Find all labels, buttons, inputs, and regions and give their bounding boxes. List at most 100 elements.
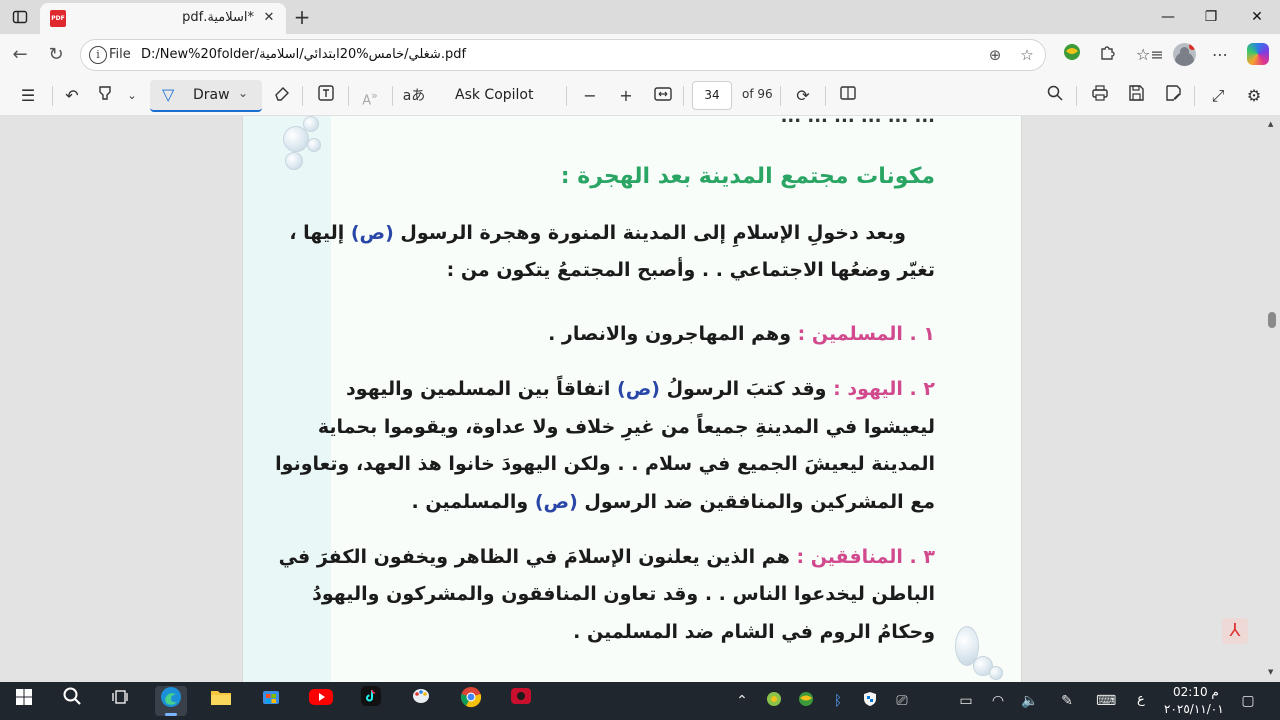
tray-overflow-icon[interactable]: ⌃ (732, 691, 752, 711)
tab-close-icon[interactable]: ✕ (260, 9, 278, 27)
save-icon[interactable] (1124, 84, 1148, 108)
tab-actions-icon[interactable] (8, 5, 32, 29)
highlight-chevron-icon[interactable]: ⌄ (120, 84, 144, 108)
back-icon[interactable]: ← (8, 43, 32, 67)
fullscreen-icon[interactable]: ⤢ (1206, 84, 1230, 108)
item-1-text: وهم المهاجرون والانصار . (548, 323, 798, 345)
new-tab-button[interactable]: + (291, 6, 313, 28)
ask-copilot-button[interactable]: Ask Copilot (455, 87, 534, 103)
item-2-line-4: مع المشركين والمنافقين ضد الرسول (ص) وال… (412, 491, 935, 513)
bluetooth-icon[interactable]: ᛒ (828, 691, 848, 711)
more-menu-icon[interactable]: ⋯ (1208, 43, 1232, 67)
acrobat-icon[interactable]: ⅄ (1222, 618, 1248, 644)
bubbles-decoration (283, 116, 333, 176)
favorite-star-icon[interactable]: ☆ (1017, 45, 1037, 65)
toolbar-divider (52, 86, 53, 106)
restore-button[interactable]: ❐ (1199, 6, 1223, 28)
edge-taskbar-icon[interactable] (155, 686, 187, 716)
tray-app-green-icon[interactable] (764, 691, 784, 711)
tray-device-icon[interactable]: ⎚ (892, 691, 912, 711)
chrome-icon[interactable] (455, 686, 487, 716)
profile-avatar[interactable] (1173, 43, 1196, 66)
pbuh-mark: (ص) (617, 378, 660, 400)
pbuh-mark: (ص) (350, 222, 394, 244)
rotate-icon[interactable]: ⟳ (791, 84, 815, 108)
clock-date[interactable]: ٢٠٢٥/١١/٠١ (1164, 702, 1224, 716)
eraser-icon[interactable] (270, 84, 294, 108)
notifications-icon[interactable]: ▢ (1238, 691, 1258, 711)
search-icon[interactable] (1043, 84, 1067, 108)
read-aloud-icon[interactable]: A» (358, 84, 382, 108)
item-2-label: ٢ . اليهود : (833, 378, 935, 400)
save-as-icon[interactable] (1161, 84, 1185, 108)
refresh-icon[interactable]: ↻ (44, 43, 68, 67)
favorites-list-icon[interactable]: ☆≡ (1136, 43, 1164, 67)
recorder-icon[interactable] (505, 686, 537, 716)
item-1-label: ١ . المسلمين : (797, 323, 935, 345)
toolbar-divider (348, 86, 349, 106)
cut-off-line: ... ... ... ... ... ... (780, 116, 935, 127)
file-explorer-icon[interactable] (205, 686, 237, 716)
wifi-icon[interactable]: ◠ (988, 691, 1008, 711)
url-text[interactable]: D:/New%20folder/شغلي/خامس%20ابتدائي/اسلا… (141, 47, 466, 62)
youtube-icon[interactable] (305, 686, 337, 716)
input-language[interactable]: ع (1137, 692, 1145, 707)
intro-line-2: تغيّر وضعُها الاجتماعي . . وأصبح المجتمع… (446, 259, 935, 281)
toolbar-divider (825, 86, 826, 106)
intro-text-b: إليها ، (289, 222, 351, 244)
scroll-thumb[interactable] (1268, 312, 1276, 328)
store-icon[interactable] (255, 686, 287, 716)
vertical-scrollbar[interactable]: ▲ ▼ (1268, 120, 1276, 676)
pdf-favicon-icon: PDF (50, 10, 66, 27)
extension-globe-icon[interactable] (1060, 43, 1084, 67)
security-shield-icon[interactable] (860, 691, 880, 711)
print-icon[interactable] (1088, 84, 1112, 108)
draw-pen-icon: ▽ (162, 85, 175, 104)
omnibox[interactable]: i File D:/New%20folder/شغلي/خامس%20ابتدا… (80, 39, 1046, 71)
zoom-in-icon[interactable]: + (614, 84, 638, 108)
add-text-icon[interactable] (314, 84, 338, 108)
pbuh-mark: (ص) (534, 491, 578, 513)
page-number-input[interactable]: 34 (692, 81, 732, 110)
intro-text-a: وبعد دخولِ الإسلامِ إلى المدينة المنورة … (393, 222, 906, 244)
document-viewport[interactable]: ... ... ... ... ... ... مكونات مجتمع الم… (0, 116, 1280, 682)
draw-button[interactable]: ▽ Draw ⌄ (150, 80, 262, 112)
touch-keyboard-icon[interactable]: ⌨ (1096, 691, 1116, 711)
translate-icon[interactable]: aあ (402, 84, 426, 108)
battery-icon[interactable]: ▭ (956, 691, 976, 711)
copilot-icon[interactable] (1247, 43, 1269, 65)
toolbar-divider (780, 86, 781, 106)
toolbar-divider (1194, 86, 1195, 106)
toolbar-divider (566, 86, 567, 106)
fit-page-icon[interactable] (651, 84, 675, 108)
minimize-button[interactable]: — (1156, 6, 1180, 28)
task-view-icon[interactable] (104, 686, 136, 716)
zoom-out-icon[interactable]: − (578, 84, 602, 108)
paint-icon[interactable] (405, 686, 437, 716)
active-indicator (165, 713, 177, 716)
tiktok-icon[interactable] (355, 686, 387, 716)
contents-list-icon[interactable]: ☰ (16, 84, 40, 108)
close-window-button[interactable]: ✕ (1245, 6, 1269, 28)
scroll-down-icon[interactable]: ▼ (1268, 668, 1273, 676)
volume-icon[interactable]: 🔈 (1020, 691, 1040, 711)
total-pages-label: of 96 (742, 87, 773, 101)
clock-time[interactable]: م 02:10 (1173, 685, 1219, 699)
tray-app-globe-icon[interactable] (796, 691, 816, 711)
tab-active[interactable]: PDF *اسلامية.pdf ✕ (40, 3, 286, 34)
info-icon[interactable]: i (89, 46, 107, 64)
extensions-puzzle-icon[interactable] (1096, 43, 1120, 67)
pen-menu-icon[interactable]: ✎ (1057, 691, 1077, 711)
item-2-line-3: المدينة ليعيشَ الجميع في سلام . . ولكن ا… (275, 453, 935, 475)
bubbles-decoration-bottom (955, 626, 1015, 682)
undo-icon[interactable]: ↶ (60, 84, 84, 108)
toolbar-divider (392, 86, 393, 106)
highlight-icon[interactable] (93, 84, 117, 108)
settings-gear-icon[interactable]: ⚙ (1242, 84, 1266, 108)
toolbar-divider (683, 86, 684, 106)
page-view-icon[interactable] (836, 84, 860, 108)
search-taskbar-icon[interactable] (56, 686, 88, 716)
zoom-icon[interactable]: ⊕ (985, 45, 1005, 65)
scroll-up-icon[interactable]: ▲ (1268, 120, 1273, 128)
start-windows-icon[interactable] (8, 686, 40, 716)
